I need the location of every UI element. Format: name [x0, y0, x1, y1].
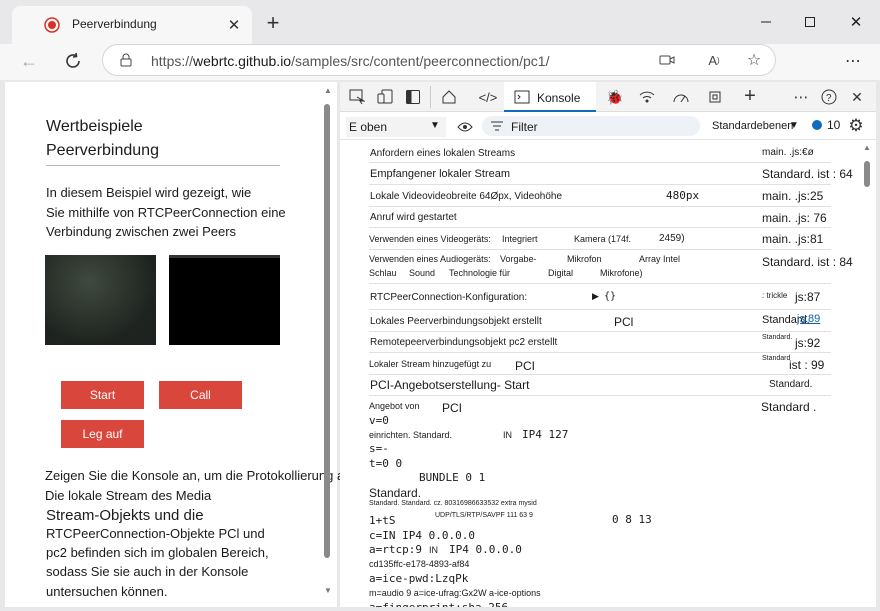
console-row: Empfangener lokaler Stream Standard. ist… [369, 163, 853, 185]
source-link[interactable]: Standard . [761, 400, 816, 414]
console-row: Lokaler Stream hinzugefügt zu PCI Standa… [369, 353, 831, 375]
call-button[interactable]: Call [159, 381, 242, 409]
browser-tab[interactable]: Peerverbindung ✕ [12, 6, 252, 44]
close-tab-icon[interactable]: ✕ [226, 17, 242, 34]
page-text-5: pc2 befinden sich im globalen Bereich, [46, 545, 269, 560]
help-icon[interactable]: ? [820, 88, 838, 106]
source-link[interactable]: ist : 99 [789, 358, 824, 372]
source-link[interactable]: Standard. ist : 64 [762, 167, 853, 181]
filter-icon [490, 120, 504, 132]
console-row: Anfordern eines lokalen Streams main. .j… [369, 143, 831, 163]
source-link[interactable]: main. .js:81 [762, 232, 823, 246]
close-devtools-icon[interactable]: ✕ [848, 88, 866, 106]
source-link[interactable]: main. .js:€ø [762, 147, 814, 158]
source-link[interactable]: js:87 [795, 290, 820, 304]
console-row: Remotepeerverbindungsobjekt pc2 erstellt… [369, 332, 831, 353]
context-label: E oben [349, 120, 388, 134]
page-scroll-thumb[interactable] [324, 104, 330, 558]
heading-divider [46, 165, 280, 166]
local-video [45, 255, 156, 345]
log-levels-dropdown-icon[interactable]: ▼ [789, 120, 799, 131]
expand-triangle-icon[interactable]: ▶ [592, 291, 599, 302]
recording-icon [44, 17, 60, 33]
source-link[interactable]: Standard. ist : 84 [762, 255, 853, 269]
lock-icon [119, 53, 133, 67]
page-text-4: RTCPeerConnection-Objekte PCl und [46, 526, 265, 541]
page-text-2: Die lokale Stream des Media [45, 488, 212, 503]
console-tab-label: Konsole [537, 91, 581, 105]
maximize-icon[interactable] [800, 12, 820, 32]
camera-icon[interactable] [659, 52, 675, 68]
url-text: https://webrtc.github.io/samples/src/con… [151, 53, 550, 69]
filter-placeholder: Filter [511, 120, 538, 134]
console-settings-gear-icon[interactable]: ⚙ [846, 116, 866, 136]
address-bar[interactable]: https://webrtc.github.io/samples/src/con… [102, 44, 776, 76]
refresh-icon[interactable] [62, 50, 84, 72]
scroll-up-icon[interactable]: ▲ [324, 86, 332, 95]
console-row: Lokale Videovideobreite 64Øpx, Videohöhe… [369, 185, 831, 207]
console-row: PCI-Angebotserstellung- Start Standard. [369, 375, 831, 396]
context-dropdown-icon: ▼ [430, 120, 440, 131]
log-levels-dropdown[interactable]: Standardebenen [712, 120, 793, 132]
console-scroll-thumb[interactable] [864, 161, 870, 187]
start-button[interactable]: Start [61, 381, 144, 409]
page-scrollbar[interactable]: ▲ ▼ [322, 86, 332, 598]
live-expression-eye-icon[interactable] [456, 118, 474, 136]
welcome-home-icon[interactable] [440, 88, 458, 106]
read-aloud-icon[interactable]: A) [705, 51, 723, 69]
console-scroll-up-icon[interactable]: ▲ [863, 143, 871, 152]
source-link[interactable]: js:92 [795, 336, 820, 350]
dock-side-icon[interactable] [404, 88, 422, 106]
minimize-icon[interactable] [756, 12, 776, 32]
page-text-3: Stream-Objekts und die [46, 507, 204, 524]
more-tools-plus-icon[interactable]: + [740, 85, 760, 107]
source-link[interactable]: main. .js:25 [762, 189, 823, 203]
devtools-menu-icon[interactable]: ⋯ [792, 88, 810, 106]
context-selector[interactable]: E oben ▼ [346, 117, 446, 137]
issues-count[interactable]: 10 [827, 118, 840, 132]
console-row: Verwenden eines Videogeräts: Integriert … [369, 228, 831, 250]
scroll-down-icon[interactable]: ▼ [324, 586, 332, 595]
console-row: RTCPeerConnection-Konfiguration: ▶ {} : … [369, 284, 831, 310]
page-heading-2: Peerverbindung [46, 142, 159, 159]
issues-badge-icon[interactable] [812, 120, 822, 130]
inspect-icon[interactable] [348, 88, 366, 106]
back-icon[interactable]: ← [18, 50, 40, 72]
hangup-button[interactable]: Leg auf [61, 420, 144, 448]
source-link[interactable]: main. .js: 76 [762, 211, 827, 225]
close-window-icon[interactable]: ✕ [846, 12, 866, 32]
page-text-7: untersuchen können. [46, 584, 168, 599]
sources-bug-icon[interactable]: 🐞 [606, 88, 624, 106]
filter-input[interactable]: Filter [482, 116, 700, 136]
intro-line-1: In diesem Beispiel wird gezeigt, wie [46, 185, 252, 200]
remote-video [169, 255, 280, 345]
favorite-star-icon[interactable]: ☆ [745, 51, 763, 69]
console-row: Verwenden eines Audiogeräts: Vorgabe- Mi… [369, 250, 853, 284]
svg-text:?: ? [826, 93, 832, 104]
network-wifi-icon[interactable] [638, 88, 656, 106]
more-options-icon[interactable]: ⋯ [842, 50, 864, 72]
tab-console[interactable]: Konsole [504, 82, 596, 112]
page-text-6: sodass Sie sie auch in der Konsole [46, 564, 249, 579]
page-heading-1: Wertbeispiele [46, 118, 143, 135]
tab-title: Peerverbindung [72, 17, 157, 31]
performance-gauge-icon[interactable] [672, 88, 690, 106]
device-emulation-icon[interactable] [376, 88, 394, 106]
intro-line-3: Verbindung zwischen zwei Peers [46, 224, 237, 239]
console-scrollbar[interactable]: ▲ [862, 143, 872, 603]
elements-icon[interactable]: </> [478, 88, 498, 106]
tab-divider [430, 86, 431, 108]
offer-log-entry: Angebot von PCI Standard . v=0 einrichte… [369, 400, 817, 607]
new-tab-icon[interactable]: + [262, 10, 284, 35]
console-icon [514, 89, 530, 105]
memory-chip-icon[interactable] [706, 88, 724, 106]
console-row: Lokales Peerverbindungsobjekt erstellt P… [369, 310, 831, 332]
source-link[interactable]: Standard. [769, 379, 812, 390]
console-row: Anruf wird gestartet main. .js: 76 [369, 207, 831, 228]
intro-line-2: Sie mithilfe von RTCPeerConnection eine [46, 205, 286, 220]
source-link[interactable]: js:89 [797, 313, 820, 325]
